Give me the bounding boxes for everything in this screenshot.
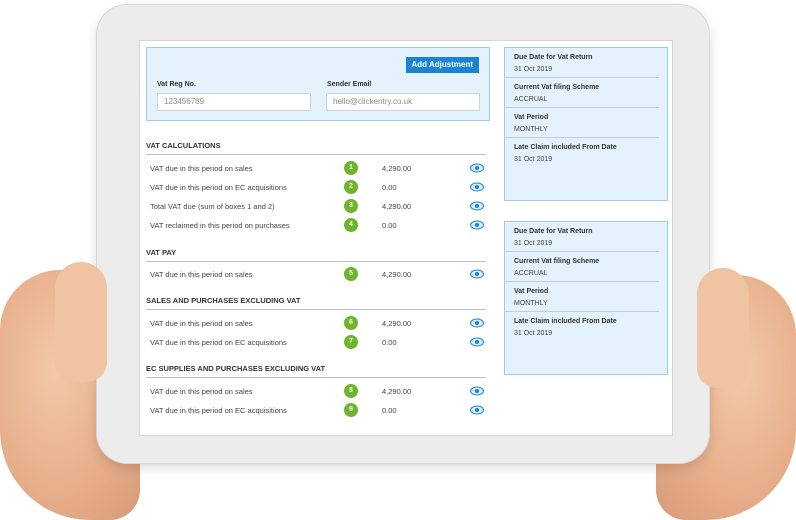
summary-value: MONTHLY [514,126,548,133]
box-number-badge: 4 [344,218,358,232]
summary-item: Late Claim included From Date 31 Oct 201… [505,312,659,341]
row-value: 0.00 [382,183,397,192]
box-number-badge: 8 [344,384,358,398]
eye-icon[interactable] [470,405,484,415]
section-title-vat-calculations: VAT CALCULATIONS [146,141,486,155]
summary-key: Due Date for Vat Return [514,54,593,61]
box-number-badge: 6 [344,316,358,330]
vat-return-summary-panel: Due Date for Vat Return 31 Oct 2019 Curr… [504,47,668,201]
section-title-ec-supplies: EC SUPPLIES AND PURCHASES EXCLUDING VAT [146,364,486,378]
summary-item: Vat Period MONTHLY [505,108,659,138]
summary-value: 31 Oct 2019 [514,240,553,247]
eye-icon[interactable] [470,163,484,173]
summary-value: 31 Oct 2019 [514,330,553,337]
summary-key: Current Vat filing Scheme [514,258,600,265]
summary-value: ACCRUAL [514,270,548,277]
tablet-screen: Add Adjustment Vat Reg No. 123456789 Sen… [139,40,673,436]
summary-value: 31 Oct 2019 [514,156,553,163]
row-label: VAT due in this period on sales [150,319,253,328]
summary-value: MONTHLY [514,300,548,307]
row-label: VAT due in this period on EC acquisition… [150,406,287,415]
summary-item: Due Date for Vat Return 31 Oct 2019 [505,48,659,78]
row-label: VAT due in this period on sales [150,387,253,396]
row-value: 4,290.00 [382,164,412,173]
row-value: 4,290.00 [382,319,412,328]
summary-item: Current Vat filing Scheme ACCRUAL [505,78,659,108]
summary-key: Due Date for Vat Return [514,228,593,235]
row-value: 0.00 [382,338,397,347]
table-row: VAT due in this period on sales 5 4,290.… [150,267,486,283]
table-row: VAT reclaimed in this period on purchase… [150,218,486,234]
vat-details-form: Add Adjustment Vat Reg No. 123456789 Sen… [146,47,490,121]
eye-icon[interactable] [470,182,484,192]
summary-value: 31 Oct 2019 [514,66,553,73]
box-number-badge: 9 [344,403,358,417]
eye-icon[interactable] [470,318,484,328]
row-label: VAT due in this period on sales [150,270,253,279]
row-label: VAT due in this period on sales [150,164,253,173]
vat-reg-input[interactable]: 123456789 [157,93,311,111]
row-label: VAT due in this period on EC acquisition… [150,183,287,192]
vat-reg-label: Vat Reg No. [157,81,196,88]
summary-item: Vat Period MONTHLY [505,282,659,312]
table-row: VAT due in this period on sales 1 4,290.… [150,161,486,177]
vat-return-summary-panel: Due Date for Vat Return 31 Oct 2019 Curr… [504,221,668,375]
table-row: VAT due in this period on EC acquisition… [150,180,486,196]
section-title-sales-purchases: SALES AND PURCHASES EXCLUDING VAT [146,296,486,310]
box-number-badge: 5 [344,267,358,281]
right-thumb [697,268,749,388]
summary-item: Current Vat filing Scheme ACCRUAL [505,252,659,282]
row-value: 0.00 [382,221,397,230]
add-adjustment-button[interactable]: Add Adjustment [405,57,479,73]
summary-key: Current Vat filing Scheme [514,84,600,91]
row-label: Total VAT due (sum of boxes 1 and 2) [150,202,275,211]
table-row: VAT due in this period on sales 6 4,290.… [150,316,486,332]
table-row: Total VAT due (sum of boxes 1 and 2) 3 4… [150,199,486,215]
eye-icon[interactable] [470,201,484,211]
row-label: VAT reclaimed in this period on purchase… [150,221,290,230]
section-title-vat-pay: VAT PAY [146,248,486,262]
row-label: VAT due in this period on EC acquisition… [150,338,287,347]
eye-icon[interactable] [470,220,484,230]
row-value: 4,290.00 [382,202,412,211]
summary-key: Late Claim included From Date [514,144,617,151]
sender-email-label: Sender Email [327,81,372,88]
row-value: 0.00 [382,406,397,415]
sender-email-input[interactable]: hello@clickentry.co.uk [326,93,480,111]
eye-icon[interactable] [470,269,484,279]
box-number-badge: 7 [344,335,358,349]
row-value: 4,290.00 [382,270,412,279]
left-thumb [55,262,107,382]
table-row: VAT due in this period on sales 8 4,290.… [150,384,486,400]
summary-item: Due Date for Vat Return 31 Oct 2019 [505,222,659,252]
row-value: 4,290.00 [382,387,412,396]
summary-item: Late Claim included From Date 31 Oct 201… [505,138,659,167]
summary-key: Late Claim included From Date [514,318,617,325]
summary-key: Vat Period [514,288,549,295]
box-number-badge: 1 [344,161,358,175]
box-number-badge: 2 [344,180,358,194]
summary-key: Vat Period [514,114,549,121]
eye-icon[interactable] [470,386,484,396]
box-number-badge: 3 [344,199,358,213]
eye-icon[interactable] [470,337,484,347]
table-row: VAT due in this period on EC acquisition… [150,335,486,351]
table-row: VAT due in this period on EC acquisition… [150,403,486,419]
summary-value: ACCRUAL [514,96,548,103]
